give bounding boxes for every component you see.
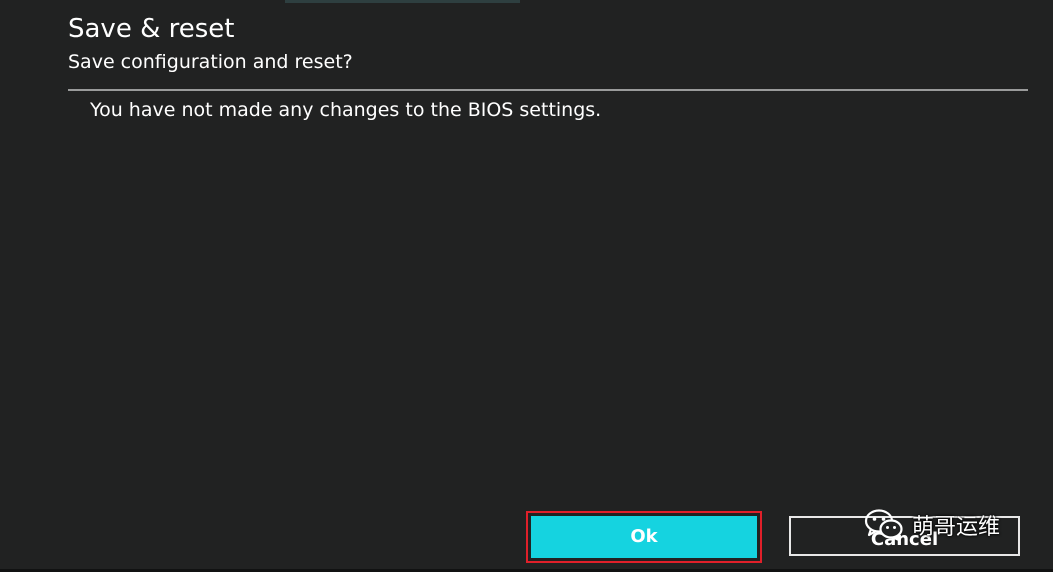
dialog-subtitle: Save configuration and reset? [68, 51, 353, 73]
divider [68, 89, 1028, 91]
dialog-title: Save & reset [68, 14, 235, 44]
wechat-logo-icon [864, 509, 903, 542]
ok-button-highlight: Ok [526, 511, 762, 563]
watermark-text: 萌哥运维 [912, 515, 1001, 540]
background-artifact [285, 0, 520, 3]
dialog-message: You have not made any changes to the BIO… [90, 99, 602, 121]
watermark: 萌哥运维 [864, 505, 1000, 545]
ok-button[interactable]: Ok [531, 516, 757, 558]
